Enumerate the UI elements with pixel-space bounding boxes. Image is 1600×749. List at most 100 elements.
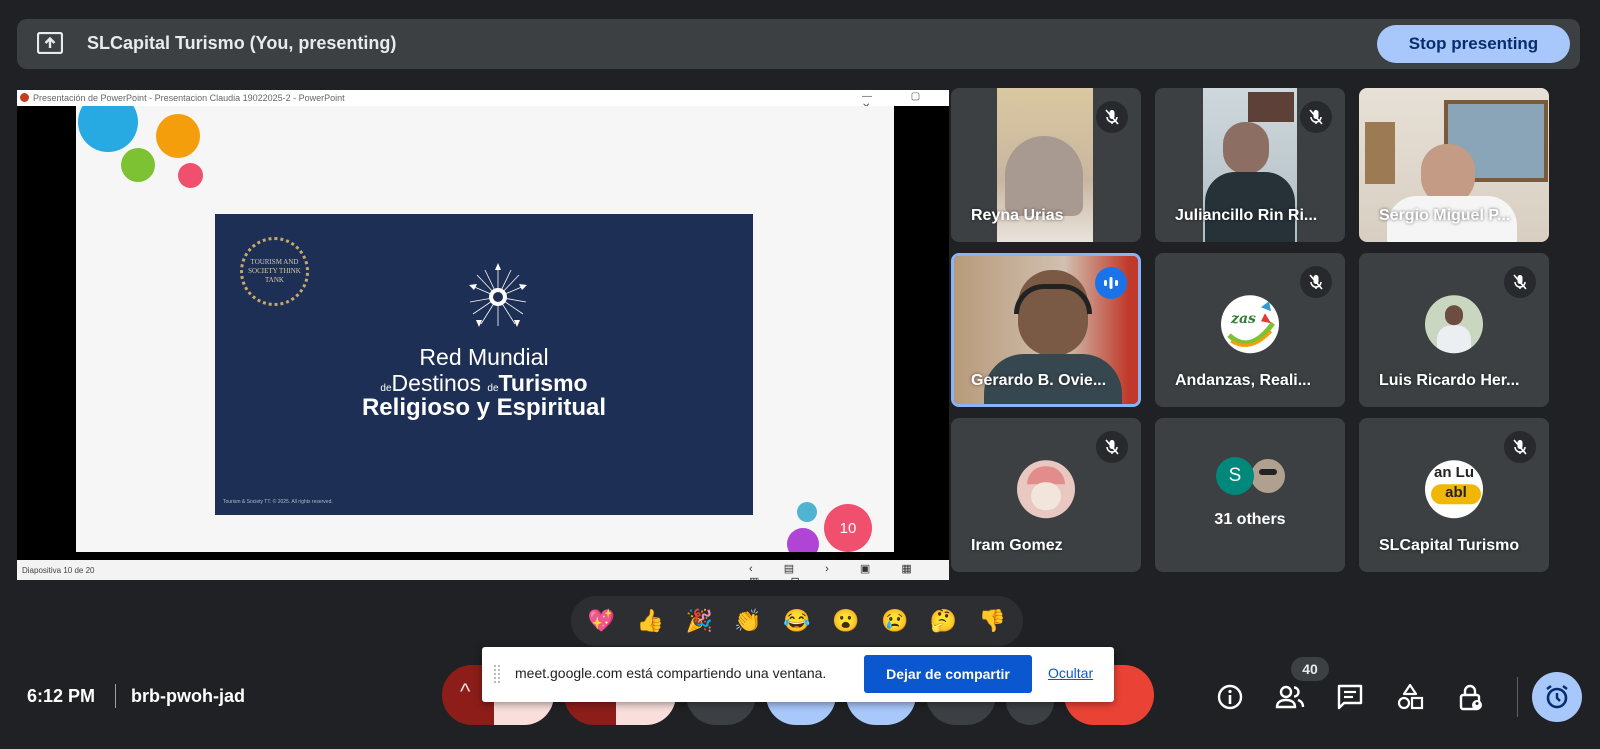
stop-presenting-button[interactable]: Stop presenting [1377,25,1570,63]
alarm-clock-icon [1546,685,1568,709]
muted-mic-icon [1300,266,1332,298]
svg-text:zas: zas [1230,311,1256,327]
participant-name: Sergio Miguel P... [1379,207,1511,224]
speaking-indicator-icon [1095,267,1127,299]
participant-avatar [1425,295,1483,354]
stop-sharing-button[interactable]: Dejar de compartir [864,655,1032,693]
avatar-logo-text: an Lu [1434,464,1474,482]
decor-circle-pink [178,163,203,188]
presenting-bar: SLCapital Turismo (You, presenting) Stop… [17,19,1580,69]
participant-avatar [1017,460,1075,519]
meeting-code: brb-pwoh-jad [131,686,245,706]
participant-tile[interactable]: Iram Gomez [951,418,1141,572]
participant-name: SLCapital Turismo [1379,537,1520,554]
slide: 10 TOURISM AND SOCIETY THINK TANK Red Mu… [76,106,894,552]
activities-icon [1397,683,1424,710]
reaction-bar: 💖 👍 🎉 👏 😂 😮 😢 🤔 👎 [571,596,1023,646]
participant-tile[interactable]: Reyna Urias [951,88,1141,242]
reaction-crying[interactable]: 😢 [877,603,913,639]
chat-button[interactable] [1332,679,1368,715]
slide-title-de-1: de [380,383,392,394]
participant-name: Juliancillo Rin Ri... [1175,207,1318,224]
powerpoint-titlebar: Presentación de PowerPoint - Presentacio… [17,90,949,113]
people-button[interactable] [1272,679,1308,715]
shared-presentation: Presentación de PowerPoint - Presentacio… [17,90,949,580]
muted-mic-icon [1300,101,1332,133]
reaction-thinking[interactable]: 🤔 [926,603,962,639]
muted-mic-icon [1096,101,1128,133]
slide-copyright: Tourism & Society TT. © 2025. All rights… [223,499,333,505]
meeting-details-button[interactable] [1212,679,1248,715]
presenting-title: SLCapital Turismo (You, presenting) [87,33,397,53]
slide-counter: Diapositiva 10 de 20 [22,566,95,575]
participant-name: Iram Gomez [971,537,1063,554]
reaction-thumbs-down[interactable]: 👎 [974,603,1010,639]
toolbar-divider [1517,677,1518,717]
person-silhouette [1005,136,1083,216]
participant-tile[interactable]: Luis Ricardo Her... [1359,253,1549,407]
decor-circle-purple [787,528,819,552]
decor-circle-teal [797,502,817,522]
participant-tile[interactable]: zas Andanzas, Reali... [1155,253,1345,407]
reaction-party-popper[interactable]: 🎉 [681,603,717,639]
host-controls-button[interactable] [1452,679,1488,715]
participant-tile-self[interactable]: an Lu abl SLCapital Turismo [1359,418,1549,572]
drag-handle-icon[interactable] [494,665,500,683]
participant-tile[interactable]: Juliancillo Rin Ri... [1155,88,1345,242]
slide-title-line3: Religioso y Espiritual [361,394,607,421]
others-count-label: 31 others [1214,511,1286,528]
muted-mic-icon [1504,266,1536,298]
participant-name: Luis Ricardo Her... [1379,372,1520,389]
person-head [1421,144,1475,204]
powerpoint-logo-icon [20,93,29,102]
avatar-body [1437,325,1471,354]
people-icon [1275,685,1305,709]
slide-title-line1: Red Mundial [419,344,549,370]
wall-decor [1365,122,1395,184]
slide-title-turismo: Turismo [498,370,588,396]
others-avatar-letter: S [1216,457,1254,495]
reaction-surprised[interactable]: 😮 [828,603,864,639]
info-icon [1217,684,1243,710]
participant-tile-active-speaker[interactable]: Gerardo B. Ovie... [951,253,1141,407]
sharing-message: meet.google.com está compartiendo una ve… [515,665,827,681]
slide-number-badge: 10 [824,504,872,552]
others-tile[interactable]: S 31 others [1155,418,1345,572]
tourism-society-logo: TOURISM AND SOCIETY THINK TANK [240,237,309,306]
powerpoint-window-title: Presentación de PowerPoint - Presentacio… [33,93,345,103]
muted-mic-icon [1504,431,1536,463]
slide-title-line2: deDestinos deTurismo [215,370,753,397]
wall-picture [1248,92,1294,122]
radiant-star-icon [469,263,527,327]
others-avatar-photo [1249,457,1287,495]
clock: 6:12 PM [27,686,96,706]
avatar-head [1445,305,1463,326]
activities-button[interactable] [1392,679,1428,715]
decor-circle-blue [78,106,138,152]
present-screen-icon [37,32,63,54]
reaction-tears-of-joy[interactable]: 😂 [779,603,815,639]
participant-name: Reyna Urias [971,207,1064,224]
meet-window: SLCapital Turismo (You, presenting) Stop… [0,0,1600,749]
reaction-clapping[interactable]: 👏 [730,603,766,639]
chevron-up-icon: ^ [460,679,471,704]
person-head [1223,122,1269,174]
hide-link[interactable]: Ocultar [1048,665,1093,681]
muted-mic-icon [1096,431,1128,463]
meeting-timer-button[interactable] [1532,672,1582,722]
avatar-face [1031,482,1061,511]
decor-circle-green [121,148,155,182]
title-panel: TOURISM AND SOCIETY THINK TANK Red Mundi… [215,214,753,515]
participant-name: Andanzas, Reali... [1175,372,1312,389]
slide-navigation[interactable]: ‹ ▤ › ▣ ▦ ▥ ⊟ [749,562,949,580]
sunglasses [1259,469,1277,475]
chat-icon [1337,684,1363,710]
participant-tile[interactable]: Sergio Miguel P... [1359,88,1549,242]
powerpoint-statusbar: Diapositiva 10 de 20 ‹ ▤ › ▣ ▦ ▥ ⊟ [17,560,949,580]
reaction-sparkling-heart[interactable]: 💖 [583,603,619,639]
participant-count-badge: 40 [1291,657,1329,681]
reaction-thumbs-up[interactable]: 👍 [632,603,668,639]
avatar-logo-badge: abl [1431,484,1481,505]
sharing-notification-bar: meet.google.com está compartiendo una ve… [482,647,1114,702]
participant-avatar: zas [1221,295,1279,354]
